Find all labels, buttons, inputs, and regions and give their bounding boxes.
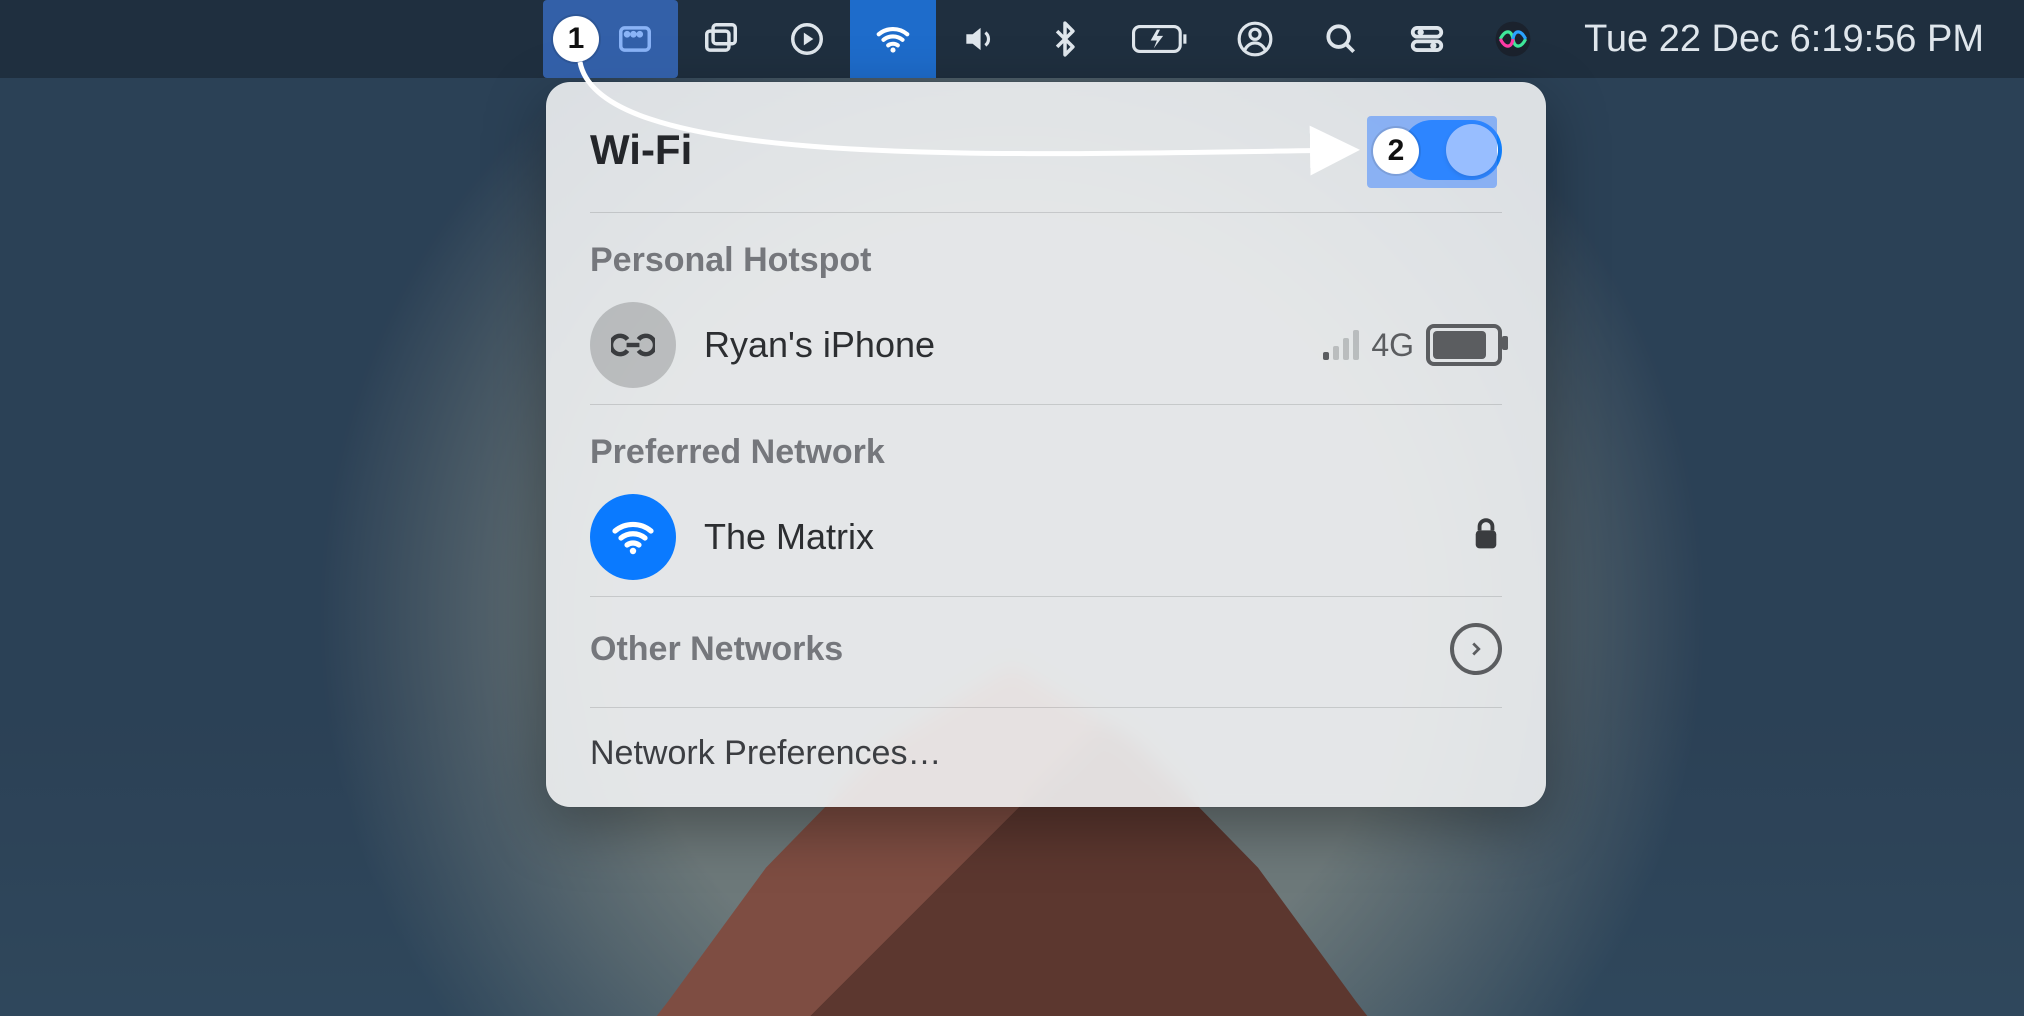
device-battery-icon xyxy=(1426,324,1502,366)
menu-extra-now-playing[interactable] xyxy=(764,0,850,78)
other-networks-row[interactable]: Other Networks xyxy=(546,601,1546,703)
hotspot-link-icon xyxy=(590,302,676,388)
menu-extra-bluetooth[interactable] xyxy=(1022,0,1108,78)
divider xyxy=(590,707,1502,708)
search-icon xyxy=(1322,20,1360,58)
menu-bar: Tue 22 Dec 6:19:56 PM xyxy=(0,0,2024,78)
divider xyxy=(590,404,1502,405)
wifi-popover-title: Wi-Fi xyxy=(590,126,692,174)
callout-step-one: 1 xyxy=(553,16,599,62)
divider xyxy=(590,596,1502,597)
menu-extra-siri[interactable] xyxy=(1470,0,1556,78)
battery-charging-icon xyxy=(1132,20,1188,58)
bluetooth-icon xyxy=(1046,20,1084,58)
chevron-right-icon xyxy=(1450,623,1502,675)
menu-extra-control-center[interactable] xyxy=(1384,0,1470,78)
menu-extra-wifi[interactable] xyxy=(850,0,936,78)
siri-icon xyxy=(1494,20,1532,58)
cellular-signal-icon xyxy=(1323,330,1359,360)
menu-extra-sound[interactable] xyxy=(936,0,1022,78)
menu-extra-spotlight[interactable] xyxy=(1298,0,1384,78)
windows-stack-icon xyxy=(702,20,740,58)
other-networks-label: Other Networks xyxy=(590,630,843,669)
hotspot-item[interactable]: Ryan's iPhone 4G xyxy=(546,290,1546,400)
divider xyxy=(590,212,1502,213)
section-personal-hotspot-label: Personal Hotspot xyxy=(546,217,1546,290)
volume-icon xyxy=(960,20,998,58)
wifi-network-icon xyxy=(590,494,676,580)
control-center-icon xyxy=(1408,20,1446,58)
lock-icon xyxy=(1470,515,1502,559)
wifi-icon xyxy=(874,20,912,58)
menu-extra-user[interactable] xyxy=(1212,0,1298,78)
callout-step-two: 2 xyxy=(1373,128,1419,174)
preferred-network-item[interactable]: The Matrix xyxy=(546,482,1546,592)
hotspot-name: Ryan's iPhone xyxy=(704,324,935,366)
play-circle-icon xyxy=(788,20,826,58)
menu-bar-clock[interactable]: Tue 22 Dec 6:19:56 PM xyxy=(1556,18,1984,61)
network-preferences-link[interactable]: Network Preferences… xyxy=(546,712,1546,801)
section-preferred-network-label: Preferred Network xyxy=(546,409,1546,482)
menu-extra-mission-control[interactable] xyxy=(678,0,764,78)
preferred-network-name: The Matrix xyxy=(704,516,874,558)
menu-extra-battery[interactable] xyxy=(1108,0,1212,78)
person-circle-icon xyxy=(1236,20,1274,58)
wifi-popover: Wi-Fi Personal Hotspot Ryan's iPhone 4G … xyxy=(546,82,1546,807)
cellular-mode-label: 4G xyxy=(1371,327,1414,364)
